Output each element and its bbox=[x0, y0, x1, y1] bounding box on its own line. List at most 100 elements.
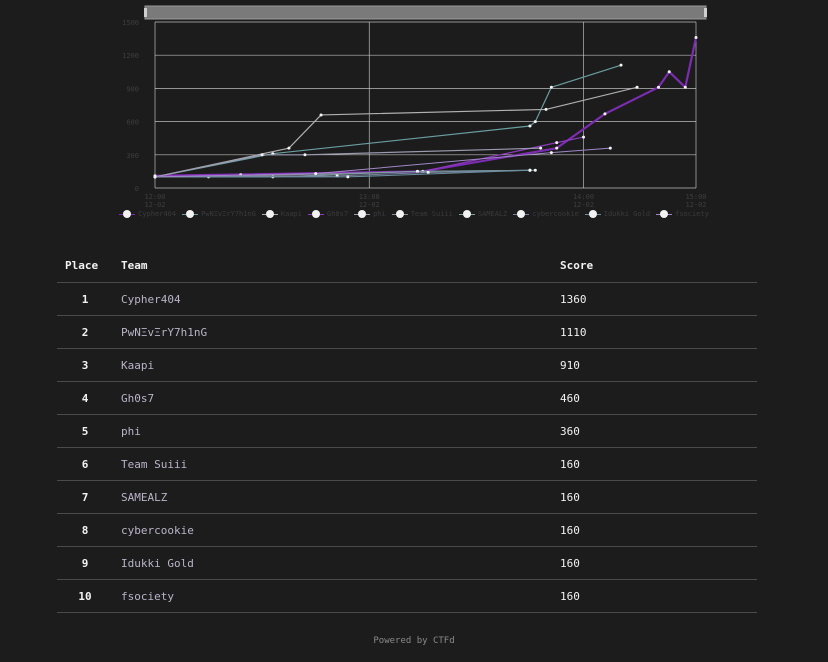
place-cell: 9 bbox=[57, 546, 113, 580]
data-point bbox=[582, 135, 586, 139]
legend-marker-icon bbox=[307, 210, 324, 218]
legend-label: Kaapi bbox=[280, 210, 302, 218]
legend-item[interactable]: Kaapi bbox=[261, 210, 302, 218]
table-row: 1 Cypher404 1360 bbox=[57, 282, 757, 316]
team-link[interactable]: fsociety bbox=[113, 579, 552, 613]
x-tick-label: 13:00 bbox=[359, 193, 380, 201]
legend-item[interactable]: phi bbox=[354, 210, 386, 218]
team-link[interactable]: Cypher404 bbox=[113, 282, 552, 316]
data-point bbox=[555, 141, 559, 145]
range-selector[interactable] bbox=[144, 5, 707, 20]
score-cell: 160 bbox=[552, 513, 757, 547]
team-link[interactable]: Idukki Gold bbox=[113, 546, 552, 580]
legend-marker-icon bbox=[458, 210, 475, 218]
legend-label: fsociety bbox=[675, 210, 709, 218]
team-link[interactable]: Team Suiii bbox=[113, 447, 552, 481]
score-header: Score bbox=[552, 249, 757, 283]
place-cell: 3 bbox=[57, 348, 113, 382]
team-link[interactable]: Gh0s7 bbox=[113, 381, 552, 415]
legend-item[interactable]: fsociety bbox=[656, 210, 709, 218]
y-tick-label: 0 bbox=[135, 185, 139, 193]
team-link[interactable]: Kaapi bbox=[113, 348, 552, 382]
legend-label: phi bbox=[373, 210, 386, 218]
data-point bbox=[528, 124, 532, 128]
data-point bbox=[303, 153, 307, 157]
score-cell: 160 bbox=[552, 546, 757, 580]
score-cell: 160 bbox=[552, 579, 757, 613]
legend-item[interactable]: PwNΞvΞrY7h1nG bbox=[182, 210, 256, 218]
y-tick-label: 1500 bbox=[122, 19, 139, 27]
legend-item[interactable]: Gh0s7 bbox=[307, 210, 348, 218]
data-point bbox=[153, 175, 157, 179]
data-point bbox=[608, 146, 612, 150]
legend-label: Idukki Gold bbox=[603, 210, 651, 218]
legend-item[interactable]: Idukki Gold bbox=[584, 210, 651, 218]
legend-marker-icon bbox=[354, 210, 371, 218]
legend-item[interactable]: SAMEALZ bbox=[458, 210, 508, 218]
data-point bbox=[549, 151, 553, 155]
score-cell: 1360 bbox=[552, 282, 757, 316]
data-point bbox=[260, 153, 264, 157]
x-tick-label: 12-02 bbox=[359, 201, 380, 209]
data-point bbox=[619, 63, 623, 67]
x-tick-label: 12:00 bbox=[144, 193, 165, 201]
team-link[interactable]: PwNΞvΞrY7h1nG bbox=[113, 315, 552, 349]
team-link[interactable]: SAMEALZ bbox=[113, 480, 552, 514]
y-tick-label: 600 bbox=[126, 119, 139, 127]
data-point bbox=[603, 112, 607, 116]
x-tick-label: 12-02 bbox=[144, 201, 165, 209]
table-row: 8 cybercookie 160 bbox=[57, 513, 757, 547]
data-point bbox=[549, 85, 553, 89]
legend-item[interactable]: Team Suiii bbox=[391, 210, 453, 218]
table-row: 10 fsociety 160 bbox=[57, 579, 757, 613]
data-point bbox=[667, 70, 671, 74]
legend-marker-icon bbox=[584, 210, 601, 218]
score-cell: 160 bbox=[552, 480, 757, 514]
chart-svg: 03006009001200150012:0012-0213:0012-0214… bbox=[122, 5, 707, 209]
place-cell: 10 bbox=[57, 579, 113, 613]
legend-label: PwNΞvΞrY7h1nG bbox=[201, 210, 256, 218]
scoreboard-table: Place Team Score 1 Cypher404 1360 2 PwNΞvΞrY… bbox=[57, 249, 757, 613]
series-line-2 bbox=[154, 86, 638, 178]
legend-item[interactable]: Cypher404 bbox=[119, 210, 176, 218]
legend-item[interactable]: cybercookie bbox=[513, 210, 579, 218]
data-point bbox=[657, 85, 661, 89]
range-handle-right[interactable] bbox=[704, 8, 707, 17]
table-row: 4 Gh0s7 460 bbox=[57, 381, 757, 415]
table-row: 3 Kaapi 910 bbox=[57, 348, 757, 382]
data-point bbox=[287, 146, 291, 150]
data-point bbox=[539, 146, 543, 150]
legend-marker-icon bbox=[656, 210, 673, 218]
legend-marker-icon bbox=[391, 210, 408, 218]
table-row: 9 Idukki Gold 160 bbox=[57, 546, 757, 580]
score-cell: 160 bbox=[552, 447, 757, 481]
powered-by-footer[interactable]: Powered by CTFd bbox=[0, 636, 828, 646]
data-point bbox=[533, 168, 537, 172]
table-row: 5 phi 360 bbox=[57, 414, 757, 448]
data-point bbox=[635, 85, 639, 89]
data-point bbox=[533, 120, 537, 124]
legend-marker-icon bbox=[119, 210, 136, 218]
y-tick-label: 1200 bbox=[122, 52, 139, 60]
team-link[interactable]: phi bbox=[113, 414, 552, 448]
legend-marker-icon bbox=[182, 210, 199, 218]
team-link[interactable]: cybercookie bbox=[113, 513, 552, 547]
score-cell: 460 bbox=[552, 381, 757, 415]
y-tick-label: 900 bbox=[126, 85, 139, 93]
place-cell: 8 bbox=[57, 513, 113, 547]
table-row: 7 SAMEALZ 160 bbox=[57, 480, 757, 514]
range-handle-left[interactable] bbox=[144, 8, 147, 17]
place-cell: 4 bbox=[57, 381, 113, 415]
score-cell: 910 bbox=[552, 348, 757, 382]
chart-legend: Cypher404 PwNΞvΞrY7h1nG Kaapi Gh0s7 phi Team … bbox=[0, 210, 828, 218]
place-cell: 6 bbox=[57, 447, 113, 481]
team-header: Team bbox=[113, 249, 552, 283]
scoreboard-chart: 0 300 600 900 1200 1500 12:00 12-02 13:00 12-02 14… bbox=[0, 0, 828, 240]
x-tick-label: 14:00 bbox=[573, 193, 594, 201]
data-point bbox=[528, 168, 532, 172]
table-row: 6 Team Suiii 160 bbox=[57, 447, 757, 481]
legend-label: Team Suiii bbox=[410, 210, 453, 218]
x-tick-label: 15:00 bbox=[685, 193, 706, 201]
legend-label: SAMEALZ bbox=[477, 210, 508, 218]
data-point bbox=[694, 35, 698, 39]
